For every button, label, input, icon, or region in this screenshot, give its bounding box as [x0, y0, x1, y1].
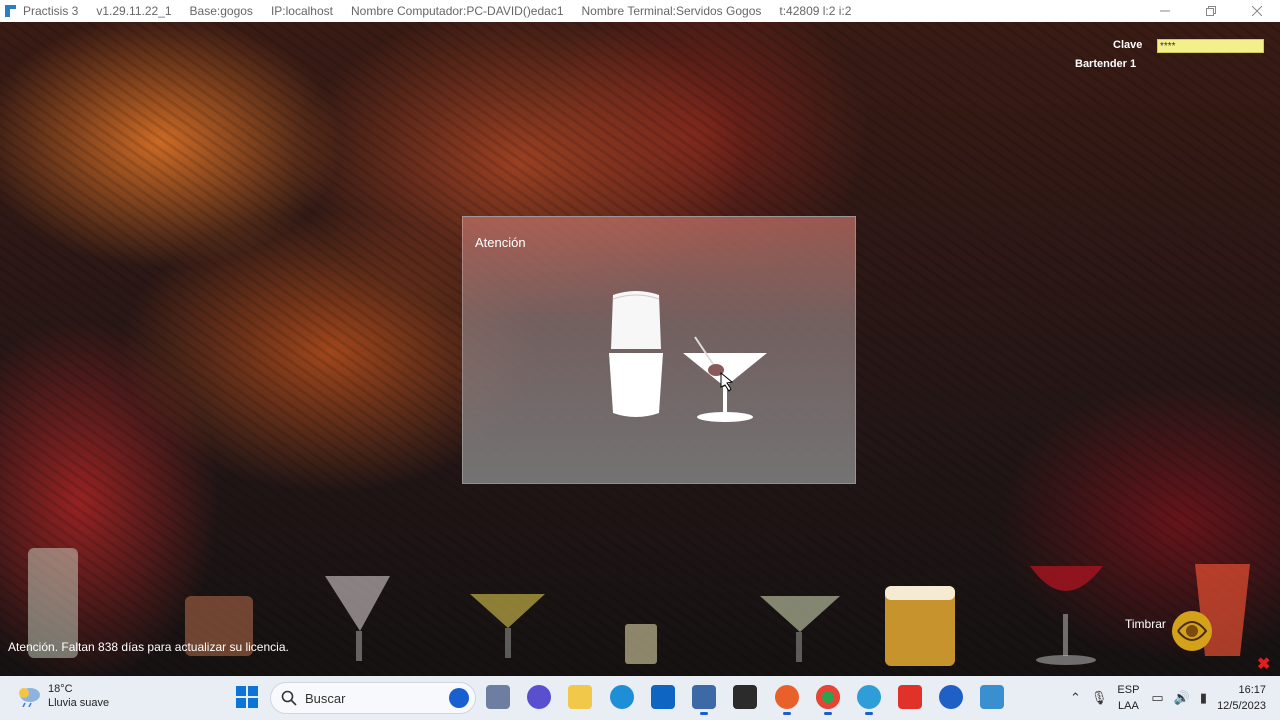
file-explorer-icon[interactable] [568, 685, 592, 709]
practisis-icon[interactable] [980, 685, 1004, 709]
clave-input[interactable] [1157, 39, 1264, 53]
weather-desc: Lluvia suave [48, 697, 110, 709]
microphone-icon[interactable]: 🎙 [1091, 690, 1108, 706]
volume-icon[interactable]: 🔊 [1174, 690, 1190, 706]
chevron-up-icon[interactable]: ⌃ [1070, 690, 1081, 706]
maximize-button[interactable] [1188, 0, 1234, 22]
terminal-id-label: t:42809 l:2 i:2 [779, 4, 852, 18]
weather-widget[interactable]: 18°C Lluvia suave [16, 682, 109, 710]
app-name: Practisis 3 [23, 4, 79, 18]
firefox-icon[interactable] [775, 685, 799, 715]
chrome-icon[interactable] [816, 685, 840, 715]
close-icon [1252, 6, 1262, 16]
restore-icon [1206, 6, 1216, 16]
search-placeholder: Buscar [305, 690, 346, 706]
bing-icon[interactable] [449, 688, 469, 708]
app-version: v1.29.11.22_1 [96, 4, 172, 18]
teams-chat-icon[interactable] [527, 685, 551, 709]
drinks-decoration [28, 548, 1250, 666]
network-icon[interactable]: ▭ [1151, 690, 1163, 706]
license-notice: Atención. Faltan 838 días para actualiza… [8, 640, 289, 654]
attention-dialog: Atención [462, 216, 856, 484]
clock-time: 16:17 [1238, 684, 1266, 696]
outlook-icon[interactable] [651, 685, 675, 709]
weather-temp: 18°C [48, 683, 73, 695]
task-view-icon[interactable] [486, 685, 510, 709]
store-icon[interactable] [733, 685, 757, 709]
postgres-icon[interactable] [692, 685, 716, 715]
globe-app-icon[interactable] [857, 685, 881, 715]
minimize-icon [1160, 10, 1170, 12]
edge-icon[interactable] [610, 685, 634, 709]
language-indicator[interactable]: ESP LAA [1117, 682, 1139, 714]
search-icon [281, 690, 297, 706]
computer-label: Nombre Computador:PC-DAVID()edac1 [350, 4, 564, 18]
clave-label: Clave [1113, 39, 1143, 51]
clock-date: 12/5/2023 [1217, 700, 1266, 712]
close-window-button[interactable] [1234, 0, 1280, 22]
cocktail-shaker-icon[interactable] [603, 287, 773, 427]
system-tray: ⌃ 🎙 ESP LAA ▭ 🔊 ▮ 16:17 12/5/2023 [1070, 676, 1280, 720]
rain-cloud-icon [19, 688, 40, 707]
terminal-label: Nombre Terminal:Servidos Gogos [581, 4, 762, 18]
timbrar-label[interactable]: Timbrar [1125, 617, 1166, 631]
windows-start-icon[interactable] [236, 686, 258, 708]
anydesk-icon[interactable] [898, 685, 922, 709]
dialog-title: Atención [475, 235, 526, 250]
app-logo-icon [5, 5, 16, 17]
clock[interactable]: 16:17 12/5/2023 [1217, 682, 1266, 714]
base-label: Base:gogos [189, 4, 253, 18]
minimize-button[interactable] [1142, 0, 1188, 22]
exit-icon[interactable]: ✖ [1257, 654, 1270, 674]
battery-icon[interactable]: ▮ [1200, 690, 1207, 706]
taskbar-search[interactable]: Buscar [270, 682, 476, 714]
ip-label: IP:localhost [270, 4, 333, 18]
timbrar-logo-icon[interactable] [1170, 609, 1214, 653]
user-name: Bartender 1 [1075, 58, 1137, 70]
title-bar: Practisis 3 v1.29.11.22_1 Base:gogos IP:… [0, 0, 1280, 22]
taskbar: 18°C Lluvia suave Buscar ⌃ 🎙 ESP LAA ▭ 🔊… [0, 676, 1280, 720]
teamviewer-icon[interactable] [939, 685, 963, 709]
main-background: Clave Bartender 1 Atención [0, 22, 1280, 676]
